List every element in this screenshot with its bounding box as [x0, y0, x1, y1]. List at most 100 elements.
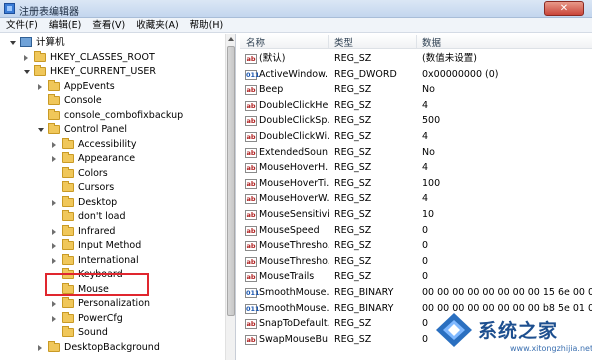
column-name-header[interactable]: 名称 [246, 35, 265, 49]
tree-item[interactable]: Input Method [0, 239, 224, 253]
expand-arrow-icon[interactable] [52, 257, 56, 264]
tree-item[interactable]: Control Panel [0, 123, 224, 137]
tree-item[interactable]: Console [0, 94, 224, 108]
tree-item[interactable]: console_combofixbackup [0, 108, 224, 123]
value-type: REG_BINARY [334, 287, 394, 298]
tree-item[interactable]: 计算机 [0, 36, 224, 50]
registry-value-row[interactable]: ab Beep REG_SZ No [240, 83, 592, 97]
registry-value-row[interactable]: ab (默认) REG_SZ (数值未设置) [240, 52, 592, 66]
expand-arrow-icon[interactable] [38, 344, 42, 351]
expand-arrow-icon[interactable] [52, 199, 56, 206]
value-type: REG_SZ [334, 131, 372, 142]
registry-value-row[interactable]: ab MouseHoverH... REG_SZ 4 [240, 161, 592, 175]
expand-arrow-icon[interactable] [52, 141, 56, 148]
expand-arrow-icon[interactable] [52, 228, 56, 235]
column-separator[interactable] [416, 35, 417, 48]
value-data: 4 [422, 99, 429, 111]
registry-value-row[interactable]: 011 ActiveWindow... REG_DWORD 0x00000000 (0… [240, 68, 592, 82]
tree-item[interactable]: AppEvents [0, 79, 224, 94]
value-type: REG_SZ [334, 333, 372, 345]
tree-item[interactable]: Personalization [0, 297, 224, 311]
string-value-icon: ab [245, 178, 257, 189]
collapse-arrow-icon[interactable] [38, 128, 44, 132]
registry-value-row[interactable]: abExtendedSoun... REG_SZ No [240, 146, 592, 160]
registry-value-row[interactable]: abMouseThresho... REG_SZ 0 [240, 255, 592, 269]
column-type-header[interactable]: 类型 [334, 35, 353, 49]
folder-icon [62, 326, 74, 337]
string-value-icon: ab [245, 256, 257, 267]
tree-vertical-scrollbar[interactable] [225, 34, 235, 360]
registry-tree-pane[interactable]: 计算机 HKEY_CLASSES_ROOT HKEY_CURRENT_USER App… [0, 34, 236, 360]
value-type: REG_SZ [334, 193, 372, 205]
scroll-up-arrow-icon[interactable] [228, 37, 234, 41]
tree-item[interactable]: HKEY_CURRENT_USER [0, 65, 224, 79]
registry-value-row[interactable]: ab MouseSpeed REG_SZ 0 [240, 224, 592, 238]
expand-arrow-icon[interactable] [38, 83, 42, 90]
value-data: 100 [422, 177, 441, 189]
value-name: DoubleClickWi... [259, 131, 329, 142]
string-value-icon: ab [245, 54, 257, 64]
string-value-icon: ab [245, 147, 257, 158]
value-name: MouseSensitivity [259, 209, 329, 220]
tree-item[interactable]: Desktop [0, 195, 224, 210]
registry-value-row[interactable]: ab MouseTrails REG_SZ 0 [240, 270, 592, 284]
registry-value-row[interactable]: abDoubleClickHe... REG_SZ 4 [240, 99, 592, 113]
menu-file[interactable]: 文件(F) [0, 18, 43, 32]
registry-value-row[interactable]: ab MouseHoverTi... REG_SZ 100 [240, 177, 592, 191]
tree-item[interactable]: Accessibility [0, 137, 224, 152]
value-name: MouseHoverW... [259, 193, 329, 205]
collapse-arrow-icon[interactable] [10, 41, 16, 45]
tree-item-label: Input Method [78, 240, 142, 251]
registry-value-row[interactable]: ab MouseHoverW... REG_SZ 4 [240, 192, 592, 206]
menu-bar: 文件(F) 编辑(E) 查看(V) 收藏夹(A) 帮助(H) [0, 18, 592, 33]
menu-favorites[interactable]: 收藏夹(A) [130, 18, 183, 32]
folder-icon [48, 123, 60, 134]
watermark: 系统之家 www.xitongzhijia.net [432, 306, 592, 360]
registry-value-row[interactable]: ab DoubleClickSp... REG_SZ 500 [240, 114, 592, 128]
registry-value-row[interactable]: 011 SmoothMouse... REG_BINARY 00 00 00 00 0… [240, 286, 592, 300]
value-data: No [422, 146, 435, 158]
tree-item[interactable]: don't load [0, 210, 224, 224]
tree-item-label: Cursors [78, 182, 115, 193]
menu-help[interactable]: 帮助(H) [184, 18, 229, 32]
tree-item-label: Personalization [78, 298, 151, 309]
tree-item-label: DesktopBackground [64, 341, 160, 353]
registry-value-row[interactable]: abMouseThresho... REG_SZ 0 [240, 239, 592, 253]
expand-arrow-icon[interactable] [52, 243, 56, 249]
column-separator[interactable] [328, 35, 329, 48]
tree-item[interactable]: Cursors [0, 181, 224, 195]
string-value-icon: ab [245, 334, 257, 345]
expand-arrow-icon[interactable] [52, 315, 56, 322]
registry-value-row[interactable]: ab DoubleClickWi... REG_SZ 4 [240, 130, 592, 144]
close-button[interactable]: ✕ [544, 1, 584, 16]
folder-icon [62, 311, 74, 323]
menu-edit[interactable]: 编辑(E) [43, 18, 86, 32]
expand-arrow-icon[interactable] [52, 301, 56, 307]
value-data: 0 [422, 271, 429, 283]
tree-item[interactable]: Colors [0, 166, 224, 181]
tree-item[interactable]: Appearance [0, 152, 224, 166]
tree-item[interactable]: Sound [0, 326, 224, 340]
tree-item[interactable]: PowerCfg [0, 311, 224, 326]
registry-value-row[interactable]: abMouseSensitivity REG_SZ 10 [240, 208, 592, 222]
expand-arrow-icon[interactable] [52, 156, 56, 162]
value-data: 500 [422, 115, 441, 127]
value-name: MouseTrails [259, 271, 315, 283]
menu-view[interactable]: 查看(V) [86, 18, 130, 32]
tree-item[interactable]: HKEY_CLASSES_ROOT [0, 50, 224, 65]
tree-item-label: HKEY_CLASSES_ROOT [50, 51, 155, 63]
scroll-thumb[interactable] [227, 46, 235, 316]
tree-item-label: Infrared [78, 225, 116, 237]
value-name: Beep [259, 84, 284, 96]
binary-value-icon: 011 [245, 69, 260, 80]
column-data-header[interactable]: 数据 [422, 35, 441, 49]
string-value-icon: ab [245, 210, 257, 220]
collapse-arrow-icon[interactable] [24, 70, 30, 74]
tree-item[interactable]: International [0, 253, 224, 268]
watermark-logo-icon [436, 313, 472, 347]
value-data: 00 00 00 00 00 00 00 00 15 6e 00 00 00 [422, 287, 592, 298]
tree-item-label: Console [64, 95, 102, 106]
expand-arrow-icon[interactable] [24, 54, 28, 61]
tree-item[interactable]: Infrared [0, 224, 224, 239]
tree-item[interactable]: DesktopBackground [0, 340, 224, 355]
